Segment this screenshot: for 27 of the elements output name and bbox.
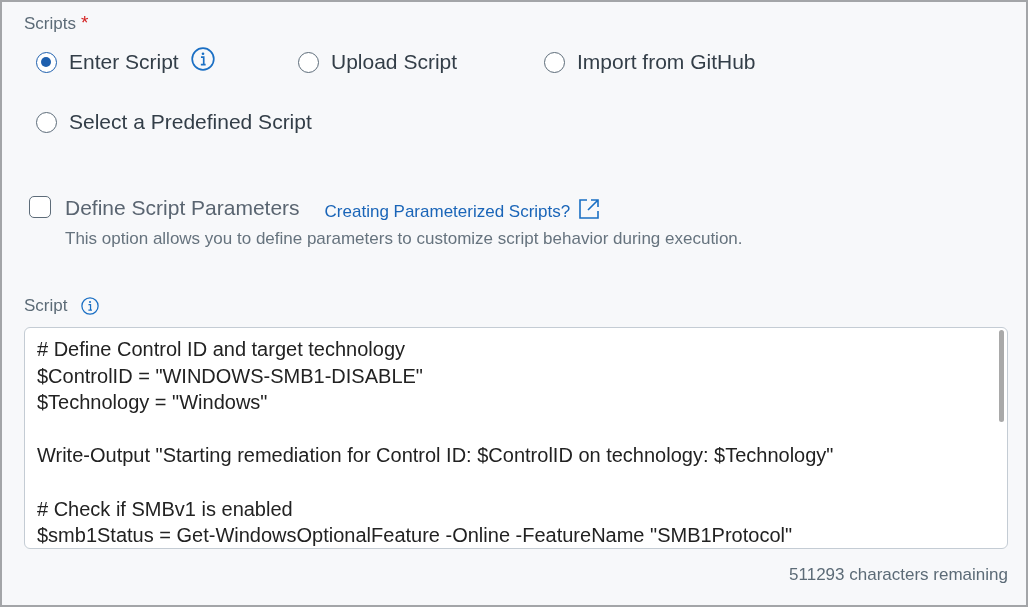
info-icon[interactable] xyxy=(190,47,215,71)
code-line: $ControlID = "WINDOWS-SMB1-DISABLE" xyxy=(37,363,424,389)
radio-option[interactable]: Enter Script xyxy=(69,50,179,74)
required-mark: * xyxy=(80,12,89,34)
code-line: $smb1Status = Get-WindowsOptionalFeature -Online -FeatureName "SMB1Protocol" xyxy=(37,523,794,548)
radio-option[interactable]: Select a Predefined Script xyxy=(69,110,312,134)
radio-button[interactable] xyxy=(298,51,319,73)
code-line: # Check if SMBv1 is enabled xyxy=(37,496,294,522)
field-label: Script xyxy=(24,296,68,316)
external-link-icon[interactable] xyxy=(578,198,601,220)
code-line: # Define Control ID and target technology xyxy=(37,337,406,362)
help-link[interactable]: Creating Parameterized Scripts? xyxy=(324,202,571,222)
helper-text: This option allows you to define parameters to customize script behavior during execution. xyxy=(65,229,743,249)
field-label: Scripts xyxy=(24,14,76,34)
script-input-field[interactable] xyxy=(24,327,1008,549)
checkbox-label: Define Script Parameters xyxy=(65,196,300,220)
info-icon[interactable] xyxy=(81,297,100,315)
radio-button[interactable] xyxy=(36,51,57,73)
radio-button[interactable] xyxy=(544,51,565,73)
radio-option[interactable]: Import from GitHub xyxy=(577,50,756,74)
code-line: Write-Output "Starting remediation for Control ID: $ControlID on technology: $Technology" xyxy=(37,443,835,469)
scrollbar-thumb[interactable] xyxy=(999,330,1004,422)
character-counter: 511293 characters remaining xyxy=(788,565,1008,585)
radio-button[interactable] xyxy=(36,111,57,133)
checkbox[interactable] xyxy=(29,196,51,218)
radio-option[interactable]: Upload Script xyxy=(331,50,458,74)
code-line: $Technology = "Windows" xyxy=(37,390,269,416)
